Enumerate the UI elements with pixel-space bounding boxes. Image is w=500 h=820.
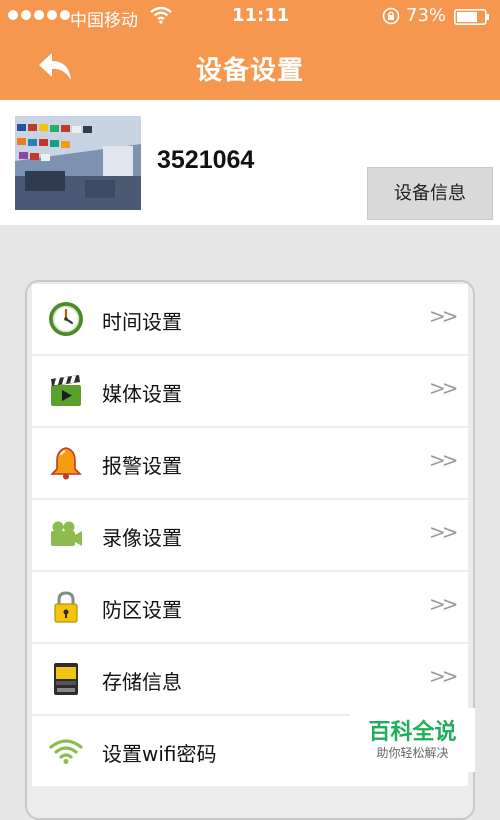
- chevron-double-right-icon: >>: [429, 448, 458, 472]
- menu-item-label: 媒体设置: [102, 382, 182, 406]
- device-camera-thumbnail[interactable]: [15, 116, 141, 210]
- device-panel: 3521064 设备信息: [0, 100, 500, 225]
- page-title: 设备设置: [195, 56, 304, 86]
- menu-item-media-settings[interactable]: 媒体设置 >>: [32, 356, 468, 426]
- chevron-double-right-icon: >>: [429, 304, 458, 328]
- battery-percentage: 73%: [406, 5, 447, 26]
- chevron-double-right-icon: >>: [429, 520, 458, 544]
- menu-item-label: 防区设置: [102, 598, 182, 622]
- padlock-icon: [54, 591, 78, 623]
- menu-item-label: 存储信息: [102, 670, 182, 694]
- wifi-status-icon: [150, 6, 172, 24]
- video-camera-icon: [51, 521, 82, 546]
- device-id: 3521064: [157, 146, 255, 174]
- clapperboard-icon: [51, 375, 81, 406]
- clock-time: 11:11: [232, 5, 290, 26]
- menu-item-storage-info[interactable]: 存储信息 >>: [32, 644, 468, 714]
- sd-card-icon: [54, 663, 78, 695]
- rotation-lock-icon: [382, 7, 400, 25]
- wifi-icon: [49, 739, 83, 764]
- menu-item-label: 录像设置: [102, 526, 182, 550]
- menu-item-zone-settings[interactable]: 防区设置 >>: [32, 572, 468, 642]
- watermark-title: 百科全说: [368, 720, 457, 745]
- menu-item-recording-settings[interactable]: 录像设置 >>: [32, 500, 468, 570]
- carrier-name: 中国移动: [70, 11, 138, 31]
- menu-item-time-settings[interactable]: 时间设置 >>: [32, 284, 468, 354]
- menu-item-label: 设置wifi密码: [102, 742, 217, 766]
- menu-item-label: 报警设置: [102, 454, 182, 478]
- watermark-subtitle: 助你轻松解决: [376, 746, 449, 760]
- bell-icon: [50, 447, 82, 480]
- battery-icon: [454, 9, 489, 25]
- signal-strength-icon: [8, 10, 70, 20]
- status-bar: 中国移动 11:11 73%: [0, 0, 500, 34]
- watermark-logo: 百科全说 助你轻松解决: [350, 708, 475, 772]
- menu-item-label: 时间设置: [102, 310, 182, 334]
- header-bar: 中国移动 11:11 73% 设备设置: [0, 0, 500, 100]
- chevron-double-right-icon: >>: [429, 376, 458, 400]
- chevron-double-right-icon: >>: [429, 664, 458, 688]
- menu-item-alarm-settings[interactable]: 报警设置 >>: [32, 428, 468, 498]
- device-info-button[interactable]: 设备信息: [367, 167, 493, 220]
- clock-icon: [49, 302, 83, 336]
- chevron-double-right-icon: >>: [429, 592, 458, 616]
